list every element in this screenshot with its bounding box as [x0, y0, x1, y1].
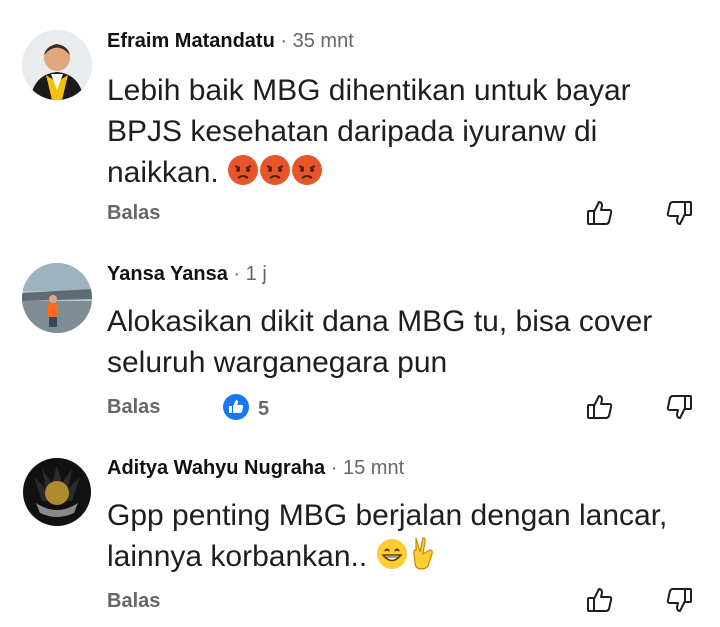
- reply-button[interactable]: Balas: [107, 396, 160, 419]
- author-name[interactable]: Efraim Matandatu: [107, 30, 275, 52]
- angry-face-icon: [227, 154, 259, 197]
- avatar[interactable]: [22, 263, 92, 333]
- angry-face-icon: [291, 154, 323, 197]
- reaction-summary[interactable]: 5: [222, 393, 269, 426]
- separator-dot: ·: [280, 30, 288, 52]
- comment-header: Efraim Matandatu · 35 mnt: [107, 30, 354, 53]
- thumbs-down-outline-icon[interactable]: [664, 585, 694, 615]
- reaction-count: 5: [258, 398, 270, 420]
- reply-button[interactable]: Balas: [107, 590, 160, 613]
- avatar[interactable]: [22, 457, 92, 527]
- comment-line: BPJS kesehatan daripada iyuranw di: [107, 115, 598, 148]
- comment-text: Lebih baik MBG dihentikan untuk bayar BP…: [107, 70, 687, 197]
- comment-line-with-emoji: lainnya korbankan..: [107, 536, 687, 581]
- comment-header: Aditya Wahyu Nugraha · 15 mnt: [107, 457, 404, 480]
- comment-line: Lebih baik MBG dihentikan untuk bayar: [107, 74, 631, 107]
- angry-face-icon: [259, 154, 291, 197]
- thumbs-up-outline-icon[interactable]: [585, 585, 615, 615]
- separator-dot: ·: [330, 457, 338, 479]
- comment-line-with-emoji: naikkan.: [107, 152, 687, 197]
- author-name[interactable]: Aditya Wahyu Nugraha: [107, 457, 325, 479]
- like-reaction-icon: [222, 393, 250, 426]
- comment-line: seluruh warganegara pun: [107, 346, 448, 379]
- comment-line: Gpp penting MBG berjalan dengan lancar,: [107, 499, 668, 532]
- grinning-face-icon: [376, 538, 408, 581]
- victory-hand-icon: [408, 536, 438, 581]
- comment-line: Alokasikan dikit dana MBG tu, bisa cover: [107, 305, 653, 338]
- thumbs-down-outline-icon[interactable]: [664, 392, 694, 422]
- comment-time[interactable]: 35 mnt: [293, 30, 354, 52]
- comment-text: Gpp penting MBG berjalan dengan lancar, …: [107, 495, 687, 581]
- thumbs-up-outline-icon[interactable]: [585, 392, 615, 422]
- thumbs-down-outline-icon[interactable]: [664, 198, 694, 228]
- comment-time[interactable]: 15 mnt: [343, 457, 404, 479]
- author-name[interactable]: Yansa Yansa: [107, 263, 228, 285]
- separator-dot: ·: [233, 263, 241, 285]
- thumbs-up-outline-icon[interactable]: [585, 198, 615, 228]
- comment-time[interactable]: 1 j: [246, 263, 267, 285]
- comment-text: Alokasikan dikit dana MBG tu, bisa cover…: [107, 301, 687, 383]
- avatar[interactable]: [22, 30, 92, 100]
- comment-header: Yansa Yansa · 1 j: [107, 263, 267, 286]
- reply-button[interactable]: Balas: [107, 202, 160, 225]
